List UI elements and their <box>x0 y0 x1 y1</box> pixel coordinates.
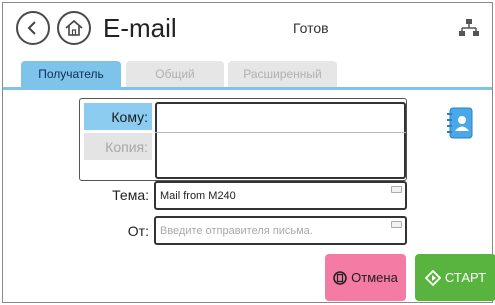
keyboard-icon[interactable] <box>391 221 402 228</box>
tab-general[interactable]: Общий <box>126 61 224 87</box>
back-button[interactable] <box>16 11 50 45</box>
recipient-panel: Кому: Копия: Тема: Mail from M240 От: Вв… <box>3 87 495 302</box>
to-button[interactable]: Кому: <box>84 103 152 130</box>
tab-recipient[interactable]: Получатель <box>21 61 121 87</box>
from-field[interactable]: Введите отправителя письма. <box>154 216 407 245</box>
subject-field[interactable]: Mail from M240 <box>154 181 407 210</box>
home-button[interactable] <box>57 11 91 45</box>
start-icon <box>424 269 441 286</box>
status-text: Готов <box>293 20 329 36</box>
start-label: СТАРТ <box>444 270 487 285</box>
stop-icon <box>333 270 347 285</box>
address-input[interactable] <box>155 102 406 179</box>
keyboard-icon[interactable] <box>391 186 402 193</box>
from-placeholder: Введите отправителя письма. <box>160 224 313 237</box>
email-screen: E-mail Готов Получатель Общий Расширенны… <box>2 2 495 303</box>
address-block: Кому: Копия: <box>79 98 407 181</box>
from-label: От: <box>127 223 149 239</box>
cc-button[interactable]: Копия: <box>84 133 152 160</box>
start-button[interactable]: СТАРТ <box>415 254 495 301</box>
address-book-icon[interactable] <box>447 107 473 139</box>
tab-advanced[interactable]: Расширенный <box>228 61 337 87</box>
header: E-mail Готов <box>3 3 492 55</box>
subject-value: Mail from M240 <box>160 189 236 202</box>
cancel-button[interactable]: Отмена <box>325 254 406 301</box>
home-icon <box>65 19 83 36</box>
address-divider <box>155 132 406 133</box>
page-title: E-mail <box>103 13 177 43</box>
subject-label: Тема: <box>112 187 149 203</box>
back-arrow-icon <box>27 21 36 35</box>
tab-bar: Получатель Общий Расширенный <box>3 55 492 87</box>
network-icon[interactable] <box>459 18 479 38</box>
cancel-label: Отмена <box>351 270 398 285</box>
